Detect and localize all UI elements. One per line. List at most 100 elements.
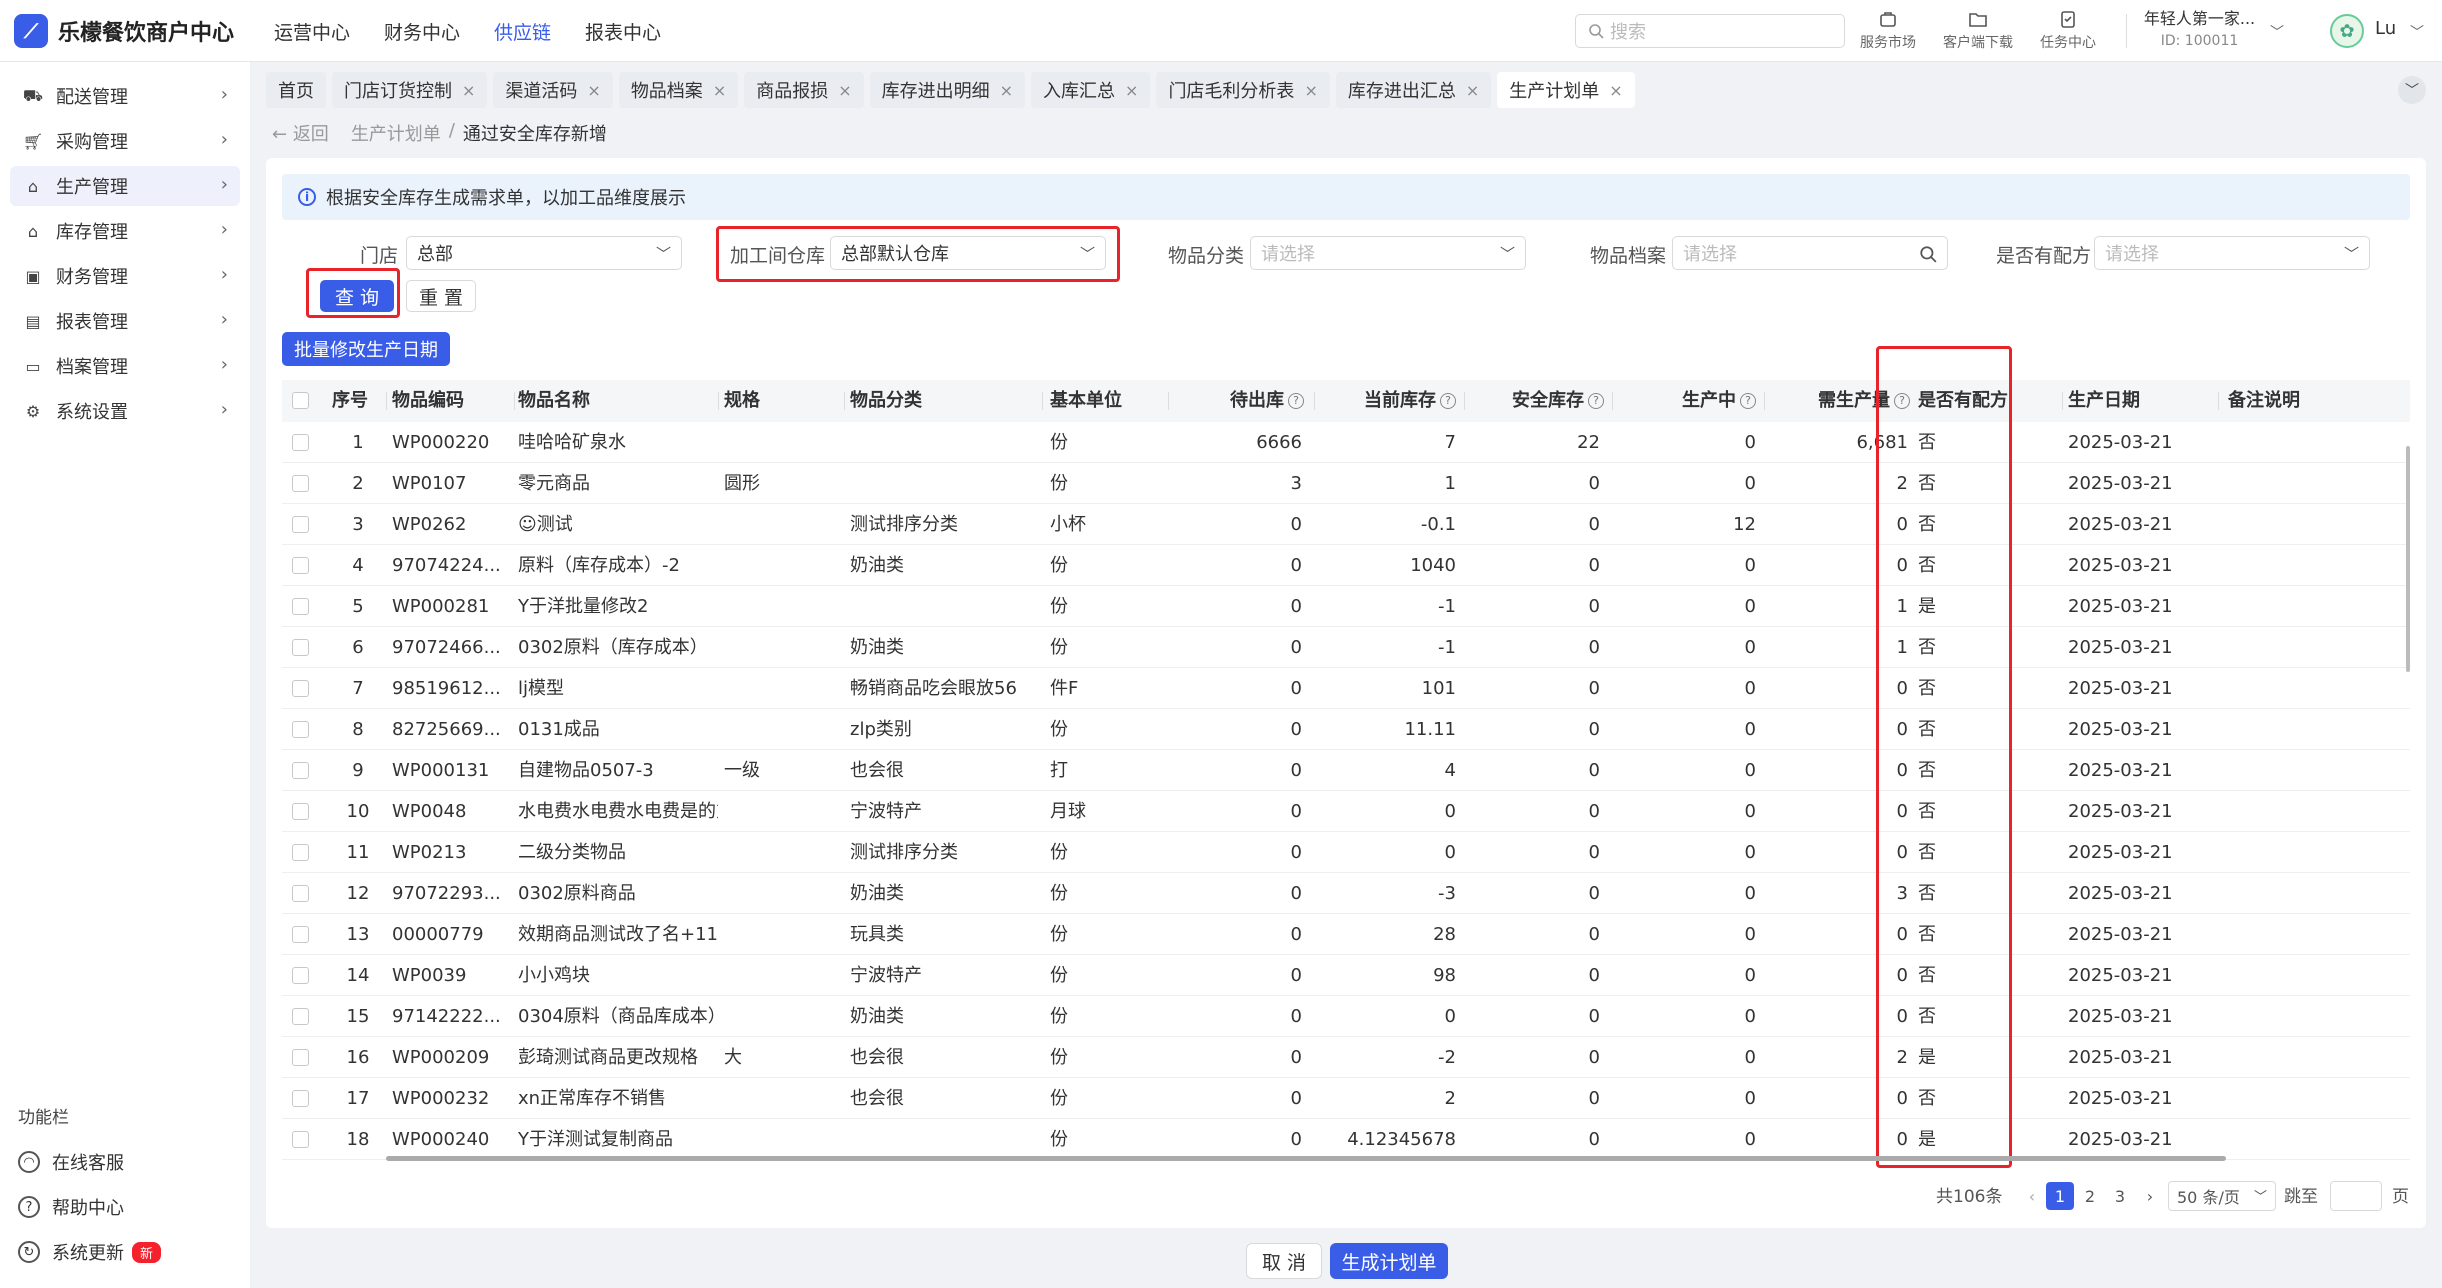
row-checkbox[interactable] — [292, 1008, 309, 1025]
cancel-button[interactable]: 取 消 — [1246, 1243, 1322, 1279]
avatar[interactable]: ✿ — [2330, 14, 2364, 48]
search-input[interactable]: 搜索 — [1575, 14, 1845, 48]
row-checkbox[interactable] — [292, 926, 309, 943]
reset-button[interactable]: 重 置 — [406, 280, 476, 312]
row-checkbox[interactable] — [292, 762, 309, 779]
sidebar-item-archive[interactable]: ▭ 档案管理 › — [10, 346, 240, 386]
breadcrumb-parent[interactable]: 生产计划单 — [351, 120, 441, 146]
page-button-1[interactable]: 1 — [2046, 1182, 2074, 1210]
close-icon[interactable]: × — [587, 81, 600, 100]
table-row[interactable]: 7 98519612... lj模型 畅销商品吃会眼放56 件F 0 101 0 0 0 否 2025… — [282, 668, 2410, 709]
func-system-update[interactable]: ↻ 系统更新新 — [18, 1234, 162, 1270]
close-icon[interactable]: × — [1609, 81, 1622, 100]
sidebar-item-delivery[interactable]: ⛟ 配送管理 › — [10, 76, 240, 116]
help-icon[interactable]: ? — [1894, 393, 1910, 409]
query-button[interactable]: 查 询 — [320, 280, 394, 312]
tab-inbound-summary[interactable]: 入库汇总 × — [1031, 72, 1151, 108]
table-row[interactable]: 11 WP0213 二级分类物品 测试排序分类份 0 0 0 0 0 否 2025-03-21 — [282, 832, 2410, 873]
table-row[interactable]: 16 WP000209 彭琦测试商品更改规格 大 也会很 份 0 -2 0 0 2 是 2025-03-… — [282, 1037, 2410, 1078]
sidebar-item-inventory[interactable]: ⌂ 库存管理 › — [10, 211, 240, 251]
row-checkbox[interactable] — [292, 1049, 309, 1066]
table-row[interactable]: 17 WP000232 xn正常库存不销售 也会很份 0 2 0 0 0 否 2025-03-21 — [282, 1078, 2410, 1119]
topnav-item-reports[interactable]: 报表中心 — [585, 18, 661, 45]
table-row[interactable]: 5 WP000281 Y于洋批量修改2 份 0 -1 0 0 1 是 2025-03-21 — [282, 586, 2410, 627]
tabs-more-button[interactable]: ﹀ — [2398, 76, 2426, 104]
table-row[interactable]: 3 WP0262 ☺测试 测试排序分类 小杯 0 -0.1 0 12 0 否 2025-03-21 — [282, 504, 2410, 545]
row-checkbox[interactable] — [292, 803, 309, 820]
close-icon[interactable]: × — [1000, 81, 1013, 100]
recipe-select[interactable]: 请选择 ﹀ — [2094, 236, 2370, 270]
table-row[interactable]: 18 WP000240 Y于洋测试复制商品份 0 4.12345678 0 0 0 是 2025-… — [282, 1119, 2410, 1160]
sidebar-item-production[interactable]: ⌂ 生产管理 › — [10, 166, 240, 206]
close-icon[interactable]: × — [1304, 81, 1317, 100]
help-icon[interactable]: ? — [1288, 393, 1304, 409]
scrollbar-thumb[interactable] — [386, 1156, 2226, 1161]
close-icon[interactable]: × — [713, 81, 726, 100]
tab-stock-summary[interactable]: 库存进出汇总 × — [1335, 72, 1492, 108]
close-icon[interactable]: × — [1466, 81, 1479, 100]
jump-page-input[interactable] — [2330, 1181, 2382, 1211]
row-checkbox[interactable] — [292, 967, 309, 984]
tab-loss-report[interactable]: 商品报损 × — [744, 72, 864, 108]
tab-channel-code[interactable]: 渠道活码 × — [493, 72, 613, 108]
close-icon[interactable]: × — [838, 81, 851, 100]
row-checkbox[interactable] — [292, 598, 309, 615]
table-row[interactable]: 1597142222...0304原料（商品库成本）-3奶油类份00000否20… — [282, 996, 2410, 1037]
sidebar-item-purchase[interactable]: 🛒︎ 采购管理 › — [10, 121, 240, 161]
table-row[interactable]: 9 WP000131 自建物品0507-3 一级 也会很打 0 4 0 0 0 否 2025-03-2… — [282, 750, 2410, 791]
row-checkbox[interactable] — [292, 557, 309, 574]
help-icon[interactable]: ? — [1440, 393, 1456, 409]
table-row[interactable]: 13 00000779 效期商品测试改了名+111 玩具类份 0 28 0 0 0 否 2025-0… — [282, 914, 2410, 955]
next-page-button[interactable]: › — [2136, 1182, 2164, 1210]
row-checkbox[interactable] — [292, 639, 309, 656]
page-button-2[interactable]: 2 — [2076, 1182, 2104, 1210]
tab-item-archive[interactable]: 物品档案 × — [618, 72, 739, 108]
sidebar-item-finance[interactable]: ▣ 财务管理 › — [10, 256, 240, 296]
topnav-item-finance[interactable]: 财务中心 — [384, 18, 460, 45]
row-checkbox[interactable] — [292, 885, 309, 902]
select-all-checkbox[interactable] — [292, 392, 309, 409]
item-search-input[interactable]: 请选择 — [1672, 236, 1948, 270]
tool-task-center[interactable]: 任务中心 — [2028, 8, 2108, 52]
brand-logo[interactable]: ⟋ 乐檬餐饮商户中心 — [14, 14, 234, 48]
chevron-down-icon[interactable]: ﹀ — [2270, 22, 2284, 42]
table-row[interactable]: 8 82725669... 0131成品 zlp类别份 0 11.11 0 0 0 否 2025-0… — [282, 709, 2410, 750]
row-checkbox[interactable] — [292, 434, 309, 451]
vertical-scrollbar[interactable] — [2406, 426, 2410, 1126]
batch-edit-date-button[interactable]: 批量修改生产日期 — [282, 332, 450, 366]
tab-store-order-control[interactable]: 门店订货控制 × — [332, 72, 488, 108]
table-row[interactable]: 4 97074224... 原料（库存成本）-2 奶油类份 0 1040 0 0 0 否 2025-… — [282, 545, 2410, 586]
back-link[interactable]: ← 返回 — [272, 120, 329, 146]
table-row[interactable]: 2 WP0107 零元商品 圆形份 3 1 0 0 2 否 2025-03-21 — [282, 463, 2410, 504]
table-row[interactable]: 12 97072293... 0302原料商品 奶油类 份 0 -3 0 0 3 否 2025-03-… — [282, 873, 2410, 914]
tab-production-plan[interactable]: 生产计划单 × — [1497, 72, 1635, 108]
chevron-down-icon[interactable]: ﹀ — [2410, 22, 2424, 42]
generate-plan-button[interactable]: 生成计划单 — [1330, 1243, 1448, 1279]
row-checkbox[interactable] — [292, 1090, 309, 1107]
help-icon[interactable]: ? — [1740, 393, 1756, 409]
func-online-service[interactable]: ◠ 在线客服 — [18, 1144, 124, 1180]
table-row[interactable]: 10WP0048水电费水电费水电费是的方法宁波特产月球00000否2025-03… — [282, 791, 2410, 832]
func-help-center[interactable]: ? 帮助中心 — [18, 1189, 124, 1225]
row-checkbox[interactable] — [292, 844, 309, 861]
sidebar-item-settings[interactable]: ⚙ 系统设置 › — [10, 391, 240, 431]
user-name[interactable]: Lu — [2375, 18, 2396, 39]
table-row[interactable]: 6 97072466... 0302原料（库存成本） 奶油类 份 0 -1 0 0 1 否 2025-… — [282, 627, 2410, 668]
store-select[interactable]: 总部 ﹀ — [406, 236, 682, 270]
sidebar-item-reports[interactable]: ▤ 报表管理 › — [10, 301, 240, 341]
prev-page-button[interactable]: ‹ — [2018, 1182, 2046, 1210]
tab-gross-profit[interactable]: 门店毛利分析表 × — [1156, 72, 1330, 108]
horizontal-scrollbar[interactable] — [282, 1155, 2390, 1163]
close-icon[interactable]: × — [1125, 81, 1138, 100]
page-button-3[interactable]: 3 — [2106, 1182, 2134, 1210]
close-icon[interactable]: × — [462, 81, 475, 100]
page-size-select[interactable]: 50 条/页 ﹀ — [2168, 1181, 2276, 1211]
warehouse-select[interactable]: 总部默认仓库 ﹀ — [830, 236, 1106, 270]
topnav-item-supply-chain[interactable]: 供应链 — [494, 18, 551, 45]
row-checkbox[interactable] — [292, 680, 309, 697]
scrollbar-thumb[interactable] — [2406, 446, 2410, 672]
help-icon[interactable]: ? — [1588, 393, 1604, 409]
tab-stock-detail[interactable]: 库存进出明细 × — [869, 72, 1026, 108]
row-checkbox[interactable] — [292, 1131, 309, 1148]
row-checkbox[interactable] — [292, 475, 309, 492]
